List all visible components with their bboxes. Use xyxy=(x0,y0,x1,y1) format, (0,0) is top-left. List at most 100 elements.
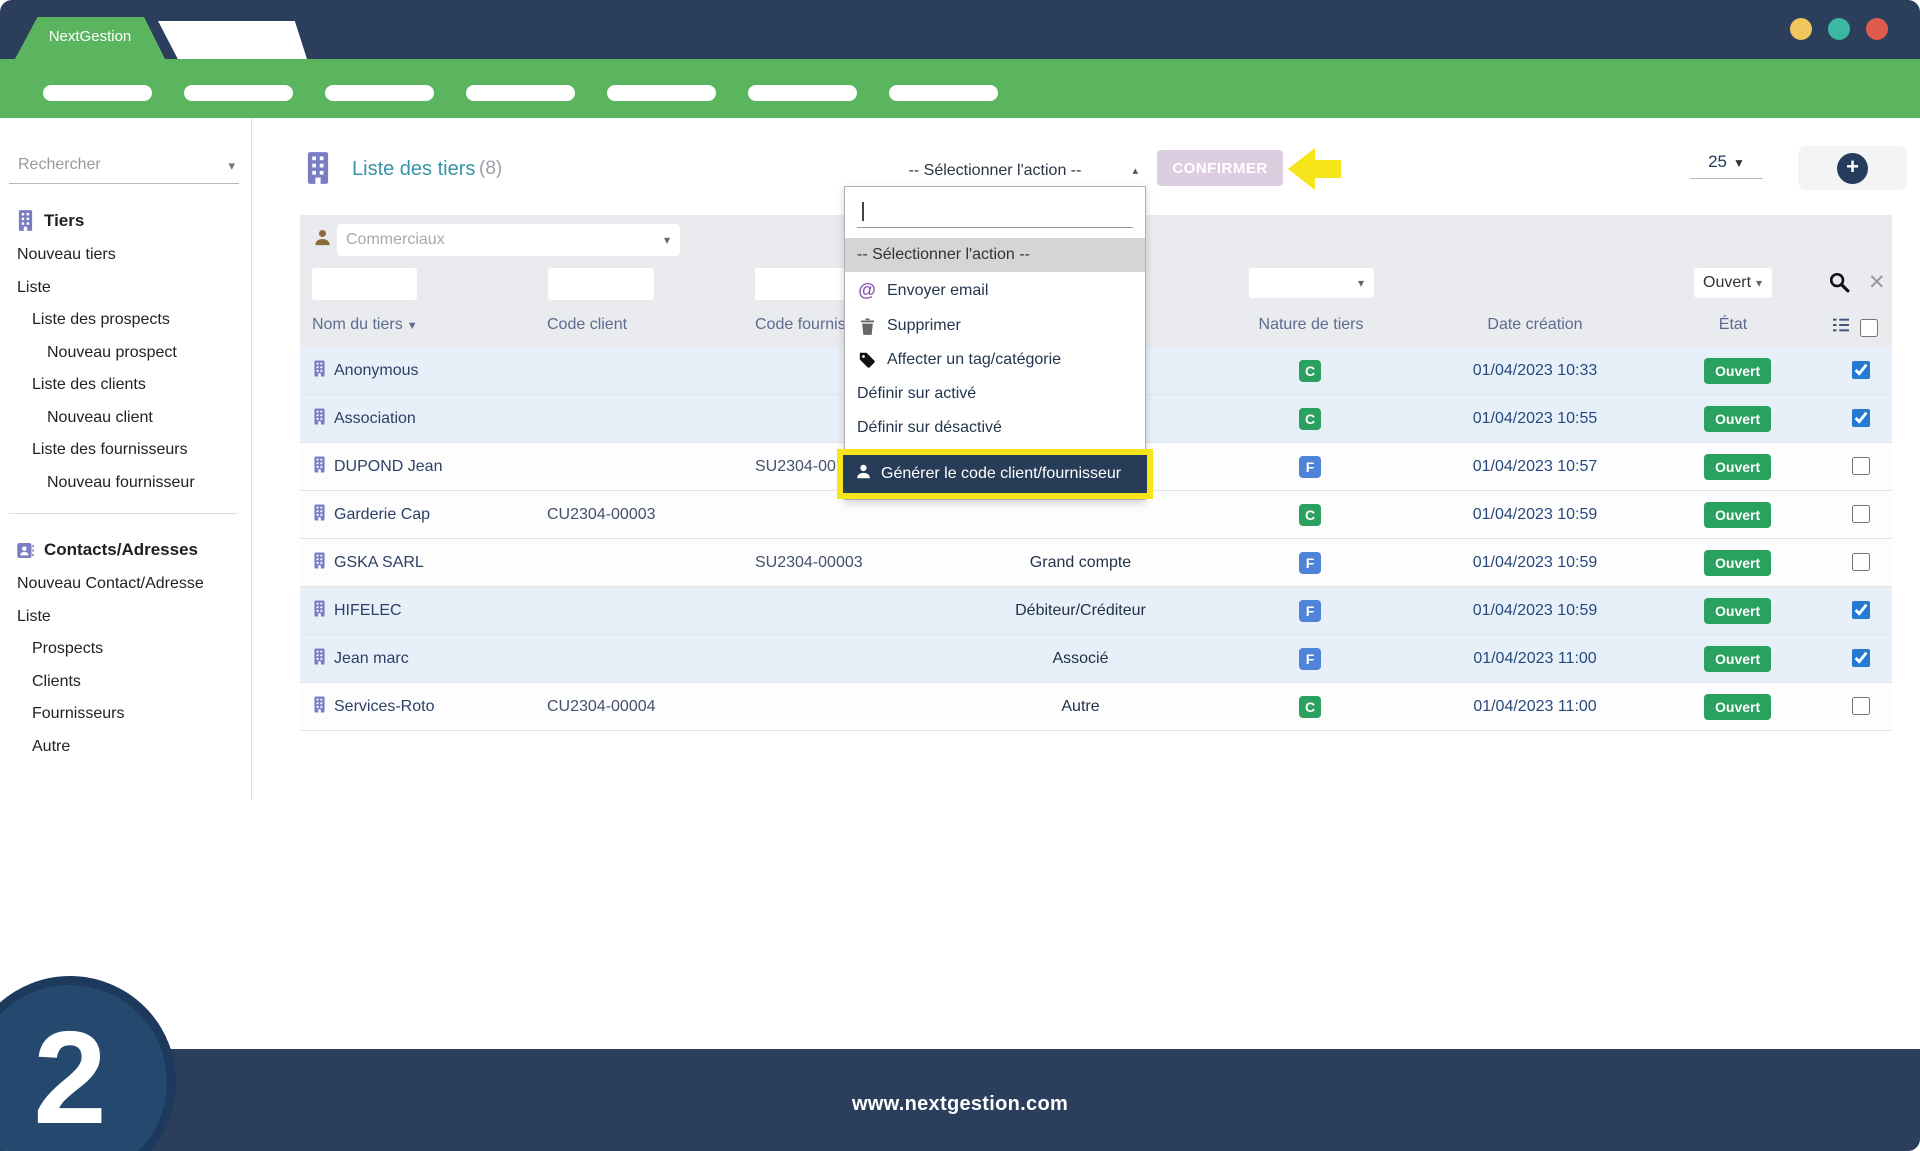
table-row[interactable]: Services-RotoCU2304-00004AutreC01/04/202… xyxy=(300,683,1892,731)
step-number: 2 xyxy=(33,1012,106,1144)
column-header-nature[interactable]: Nature de tiers xyxy=(1251,316,1371,334)
page-title: Liste des tiers xyxy=(352,158,475,181)
tiers-name[interactable]: Jean marc xyxy=(334,650,409,668)
window-dot-minimize[interactable] xyxy=(1790,18,1812,40)
filter-input-name[interactable] xyxy=(312,268,417,300)
window-dot-close[interactable] xyxy=(1866,18,1888,40)
column-header-state[interactable]: État xyxy=(1704,316,1762,334)
table-row[interactable]: Jean marcAssociéF01/04/2023 11:00Ouvert xyxy=(300,635,1892,683)
row-checkbox[interactable] xyxy=(1852,457,1870,475)
commercials-filter-select[interactable]: Commerciaux ▾ xyxy=(337,224,680,256)
sidebar-item[interactable]: Clients xyxy=(17,666,251,699)
tiers-name[interactable]: Anonymous xyxy=(334,362,419,380)
row-checkbox[interactable] xyxy=(1852,601,1870,619)
building-icon xyxy=(313,360,326,381)
column-header-name[interactable]: Nom du tiers▼ xyxy=(312,316,418,334)
creation-date: 01/04/2023 11:00 xyxy=(1455,650,1615,668)
tiers-name[interactable]: DUPOND Jean xyxy=(334,458,442,476)
nav-pill[interactable] xyxy=(889,85,998,101)
table-row[interactable]: HIFELECDébiteur/CréditeurF01/04/2023 10:… xyxy=(300,587,1892,635)
dropdown-item[interactable]: Affecter un tag/catégorie xyxy=(845,343,1145,377)
browser-tab-secondary[interactable] xyxy=(155,21,307,59)
confirm-button[interactable]: CONFIRMER xyxy=(1157,150,1283,186)
creation-date: 01/04/2023 10:59 xyxy=(1455,602,1615,620)
sidebar-item[interactable]: Nouveau client xyxy=(17,402,251,435)
action-select-trigger[interactable]: -- Sélectionner l'action -- ▴ xyxy=(844,157,1146,185)
sidebar-section-title[interactable]: Tiers xyxy=(17,210,251,231)
person-icon xyxy=(853,463,873,480)
nature-badge: C xyxy=(1299,504,1321,526)
tiers-name[interactable]: HIFELEC xyxy=(334,602,402,620)
state-filter-value: Ouvert xyxy=(1703,274,1751,291)
row-checkbox[interactable] xyxy=(1852,697,1870,715)
brand-logo: NextGestion xyxy=(49,28,132,45)
building-icon xyxy=(313,408,326,429)
building-icon xyxy=(313,504,326,525)
sidebar-item[interactable]: Prospects xyxy=(17,633,251,666)
action-select-value: -- Sélectionner l'action -- xyxy=(909,162,1082,179)
dropdown-item-label: Envoyer email xyxy=(887,282,988,300)
dropdown-item-label: -- Sélectionner l'action -- xyxy=(857,246,1030,264)
nav-pill[interactable] xyxy=(325,85,434,101)
filter-input-code-client[interactable] xyxy=(548,268,654,300)
sidebar-item[interactable]: Nouveau tiers xyxy=(17,239,251,272)
sidebar-item[interactable]: Autre xyxy=(17,731,251,764)
trash-icon xyxy=(857,318,877,335)
sidebar-item[interactable]: Liste xyxy=(17,601,251,634)
nav-pill[interactable] xyxy=(43,85,152,101)
add-record-button[interactable]: + xyxy=(1798,146,1907,190)
sidebar-item[interactable]: Nouveau Contact/Adresse xyxy=(17,568,251,601)
dropdown-search-input[interactable] xyxy=(857,197,1133,228)
building-icon xyxy=(313,600,326,621)
filter-select-state[interactable]: Ouvert ▾ xyxy=(1694,268,1772,298)
step-number-badge: 2 xyxy=(0,976,176,1151)
select-all-checkbox[interactable] xyxy=(1860,319,1878,337)
sidebar-item[interactable]: Liste des fournisseurs xyxy=(17,434,251,467)
close-icon[interactable]: ✕ xyxy=(1868,270,1886,295)
column-header-date[interactable]: Date création xyxy=(1455,316,1615,334)
status-badge: Ouvert xyxy=(1704,358,1771,384)
row-checkbox[interactable] xyxy=(1852,409,1870,427)
nav-pill[interactable] xyxy=(748,85,857,101)
row-checkbox[interactable] xyxy=(1852,553,1870,571)
tiers-name[interactable]: GSKA SARL xyxy=(334,554,424,572)
row-checkbox[interactable] xyxy=(1852,649,1870,667)
dropdown-item[interactable]: @Envoyer email xyxy=(845,272,1145,309)
tiers-name[interactable]: Services-Roto xyxy=(334,698,434,716)
creation-date: 01/04/2023 10:59 xyxy=(1455,506,1615,524)
sidebar-item[interactable]: Nouveau prospect xyxy=(17,337,251,370)
sidebar-item[interactable]: Nouveau fournisseur xyxy=(17,467,251,500)
sidebar-item[interactable]: Liste xyxy=(17,272,251,305)
row-checkbox[interactable] xyxy=(1852,361,1870,379)
sidebar-search-input[interactable]: Rechercher ▾ xyxy=(9,156,239,184)
dropdown-item[interactable]: Définir sur désactivé xyxy=(845,411,1145,445)
page-size-select[interactable]: 25▼ xyxy=(1690,152,1763,179)
sidebar-item[interactable]: Fournisseurs xyxy=(17,698,251,731)
row-checkbox[interactable] xyxy=(1852,505,1870,523)
dropdown-item[interactable]: Définir sur activé xyxy=(845,377,1145,411)
window-dot-maximize[interactable] xyxy=(1828,18,1850,40)
tiers-name[interactable]: Association xyxy=(334,410,416,428)
dropdown-item[interactable]: Supprimer xyxy=(845,309,1145,343)
dropdown-item[interactable]: Générer le code client/fournisseur xyxy=(837,449,1153,499)
filter-input-code-fournisseur[interactable] xyxy=(755,268,849,300)
nav-pill[interactable] xyxy=(607,85,716,101)
nav-pill[interactable] xyxy=(466,85,575,101)
sidebar-item[interactable]: Liste des clients xyxy=(17,369,251,402)
sort-caret-icon: ▼ xyxy=(407,320,418,332)
dropdown-item[interactable]: -- Sélectionner l'action -- xyxy=(845,238,1145,272)
search-icon[interactable] xyxy=(1828,271,1850,298)
browser-tab-active[interactable]: NextGestion xyxy=(15,17,165,59)
filter-select-nature[interactable]: ▾ xyxy=(1249,268,1374,298)
category: Autre xyxy=(998,698,1163,716)
list-check-icon[interactable] xyxy=(1832,317,1850,338)
tag-icon xyxy=(857,352,877,368)
sidebar-item[interactable]: Liste des prospects xyxy=(17,304,251,337)
nav-pill[interactable] xyxy=(184,85,293,101)
text-cursor xyxy=(862,202,864,221)
sidebar-section-title[interactable]: Contacts/Adresses xyxy=(17,540,251,560)
status-badge: Ouvert xyxy=(1704,406,1771,432)
tiers-name[interactable]: Garderie Cap xyxy=(334,506,430,524)
column-header-code-client[interactable]: Code client xyxy=(547,316,627,334)
table-row[interactable]: GSKA SARLSU2304-00003Grand compteF01/04/… xyxy=(300,539,1892,587)
